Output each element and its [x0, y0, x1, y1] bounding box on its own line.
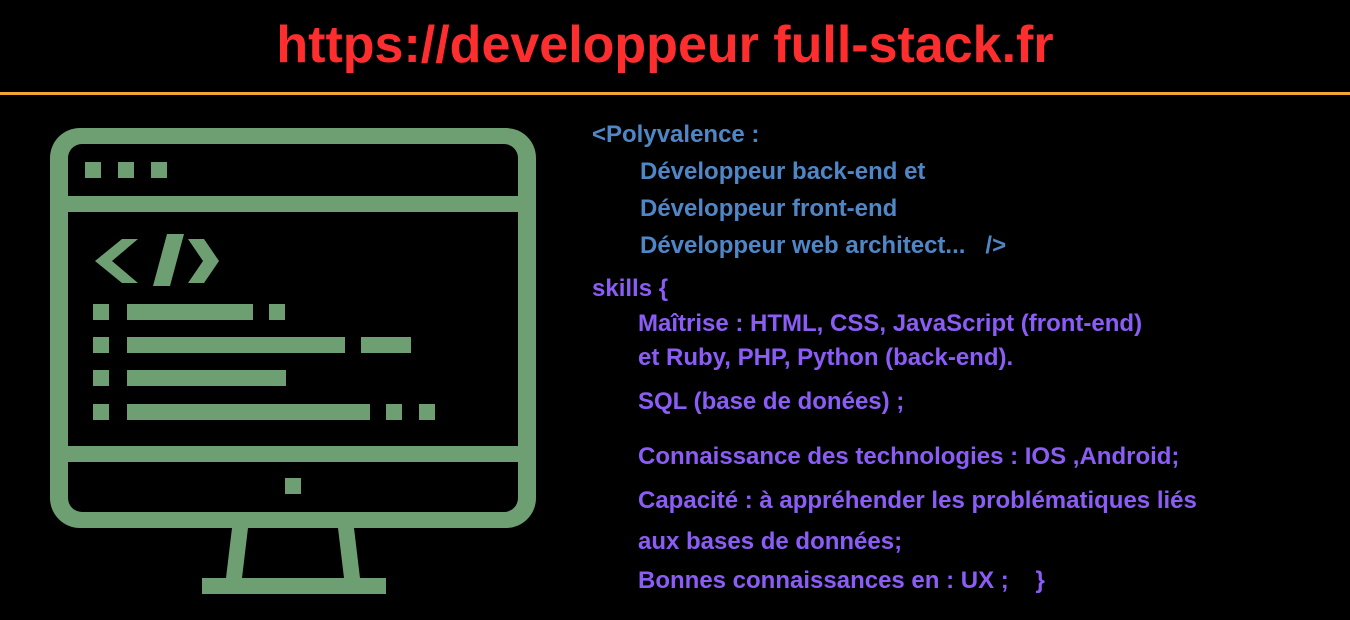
skills-line: et Ruby, PHP, Python (back-end). — [638, 344, 1014, 371]
polyvalence-line: Développeur front-end — [640, 195, 898, 222]
page-title: https://developpeur full-stack.fr — [276, 16, 1054, 74]
polyvalence-close: Développeur web architect... /> — [640, 232, 1007, 259]
skills-line: SQL (base de donées) ; — [638, 388, 905, 415]
polyvalence-line: Développeur back-end et — [640, 158, 926, 185]
skills-close: Bonnes connaissances en : UX ; } — [638, 567, 1045, 594]
code-monitor-icon — [50, 126, 540, 603]
polyvalence-open: <Polyvalence : — [592, 121, 760, 148]
skills-line: Capacité : à appréhender les problématiq… — [638, 487, 1197, 514]
skills-open: skills { — [592, 275, 669, 302]
skills-line: Connaissance des technologies : IOS ,And… — [638, 443, 1180, 470]
skills-line: Maîtrise : HTML, CSS, JavaScript (front-… — [638, 310, 1143, 337]
header-divider — [0, 92, 1350, 95]
skills-line: aux bases de données; — [638, 528, 903, 555]
